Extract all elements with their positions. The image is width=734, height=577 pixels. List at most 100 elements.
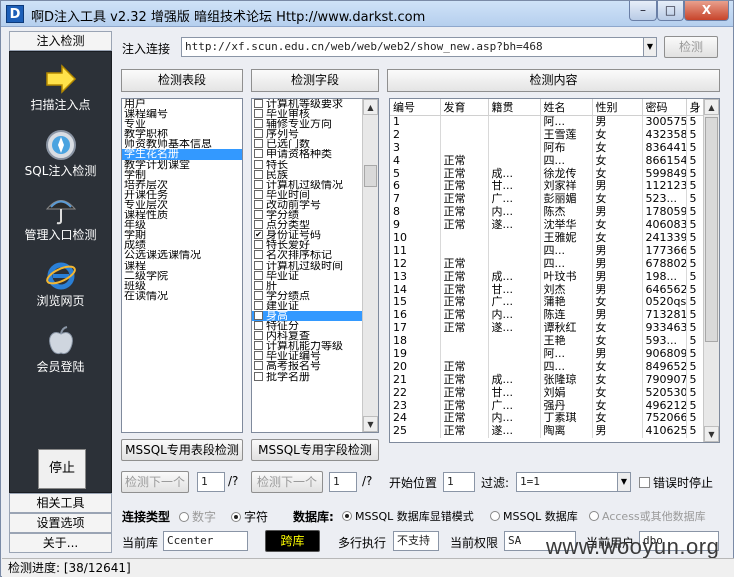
checkbox-icon[interactable] — [254, 280, 263, 290]
field-list-item[interactable]: 学分绩点 — [252, 290, 362, 301]
table-row[interactable]: 11 四... 男 177366 5 — [390, 244, 707, 258]
table-list-item[interactable]: 用户 — [122, 99, 242, 109]
scroll-down-icon[interactable]: ▼ — [363, 416, 378, 432]
checkbox-icon[interactable] — [254, 220, 263, 230]
field-list-item[interactable]: 申请资格种类 — [252, 149, 362, 159]
sidebar-item-sql[interactable]: SQL注入检测 — [10, 128, 111, 179]
filter-select[interactable]: 1=1 — [516, 472, 631, 492]
current-db-input[interactable]: Ccenter — [163, 531, 248, 551]
filter-dropdown-arrow[interactable]: ▼ — [617, 472, 631, 492]
table-row[interactable]: 22 正常 甘... 刘娟女 520530 5 — [390, 386, 707, 400]
checkbox-icon[interactable] — [254, 341, 263, 351]
conn-string-radio[interactable]: 字符 — [231, 508, 268, 525]
sidebar-item-admin[interactable]: 管理入口检测 — [10, 192, 111, 243]
table-row[interactable]: 23 正常 广... 强丹女 496212 5 — [390, 399, 707, 412]
sidebar-item-browse[interactable]: 浏览网页 — [10, 258, 111, 309]
fields-page-input[interactable]: 1 — [329, 472, 357, 492]
field-list-item[interactable]: 毕业时间 — [252, 189, 362, 200]
field-list-item[interactable]: 民族 — [252, 169, 362, 180]
field-list-item[interactable]: 计算机过级时间 — [252, 260, 362, 271]
field-list-item[interactable]: 特长爱好 — [252, 240, 362, 250]
maximize-button[interactable]: □ — [657, 1, 684, 21]
tab-related-tools[interactable]: 相关工具 — [9, 493, 112, 513]
column-header[interactable]: 籍贯 — [488, 99, 541, 116]
checkbox-icon[interactable]: ✔ — [254, 230, 263, 240]
field-list-item[interactable]: ✔ 身高 — [252, 310, 362, 322]
table-list-item[interactable]: 公选课选课情况 — [122, 250, 242, 260]
checkbox-icon[interactable] — [254, 260, 263, 270]
table-list-item[interactable]: 师资教师基本信息 — [122, 139, 242, 149]
table-row[interactable]: 19 阿... 男 906809 5 — [390, 347, 707, 361]
field-list-item[interactable]: 序列号 — [252, 129, 362, 139]
scroll-up-icon[interactable]: ▲ — [704, 99, 719, 115]
table-list-item[interactable]: 二级学院 — [122, 271, 242, 281]
table-row[interactable]: 16 正常 内... 陈连男 713281 5 — [390, 308, 707, 322]
scroll-up-icon[interactable]: ▲ — [363, 99, 378, 115]
table-list-item[interactable]: 课程编号 — [122, 109, 242, 119]
tables-list[interactable]: 用户 课程编号 专业 教学职称 师资教师基本信息 学生花名册 教学计划课堂 学制 培养层次 开课任… — [121, 98, 243, 433]
sidebar-item-login[interactable]: 会员登陆 — [10, 324, 111, 375]
table-row[interactable]: 2 王雪莲女 432358 5 — [390, 128, 707, 142]
table-row[interactable]: 24 正常 内... 丁素琪女 752066 5 — [390, 411, 707, 425]
column-header[interactable]: 发育 — [440, 99, 489, 116]
table-row[interactable]: 8 正常 内... 陈杰男 178059 5 — [390, 205, 707, 219]
tables-page-input[interactable]: 1 — [197, 472, 225, 492]
checkbox-icon[interactable] — [254, 331, 263, 341]
table-list-item[interactable]: 专业 — [122, 119, 242, 129]
fields-scrollbar[interactable]: ▲ ▼ — [362, 99, 378, 432]
field-list-item[interactable]: 肝 — [252, 280, 362, 291]
table-row[interactable]: 20 正常 四... 女 849652 5 — [390, 360, 707, 374]
field-list-item[interactable]: ✔ 身份证号码 — [252, 230, 362, 240]
stop-button[interactable]: 停止 — [38, 449, 86, 489]
close-button[interactable]: X — [684, 1, 729, 21]
detect-button[interactable]: 检测 — [664, 36, 718, 58]
table-list-item[interactable]: 班级 — [122, 281, 242, 291]
table-row[interactable]: 5 正常 成... 徐龙传女 599849 5 — [390, 167, 707, 180]
field-list-item[interactable]: 计算机能力等级 — [252, 341, 362, 351]
checkbox-icon[interactable] — [254, 169, 263, 179]
field-list-item[interactable]: 特长 — [252, 159, 362, 170]
sidebar-item-scan[interactable]: 扫描注入点 — [10, 62, 111, 113]
table-row[interactable]: 1 阿... 男 300575 5 — [390, 115, 707, 129]
checkbox-icon[interactable] — [254, 189, 263, 199]
content-grid[interactable]: 编号 发育 籍贯 姓名 性别 密码身 1 阿... 男 300575 5 2 王雪莲女 432358 5 3… — [389, 98, 720, 443]
checkbox-icon[interactable]: ✔ — [254, 310, 263, 320]
cross-db-button[interactable]: 跨库 — [265, 530, 320, 552]
field-list-item[interactable]: 辅修专业方向 — [252, 119, 362, 129]
column-header[interactable]: 编号 — [390, 99, 441, 116]
column-header[interactable]: 姓名 — [540, 99, 593, 116]
db-mssql-error-radio[interactable]: MSSQL 数据库显错模式 — [342, 508, 474, 524]
table-list-item[interactable]: 课程 — [122, 261, 242, 271]
table-list-item[interactable]: 课程性质 — [122, 210, 242, 220]
url-dropdown-arrow[interactable]: ▼ — [643, 37, 657, 57]
table-list-item[interactable]: 学制 — [122, 170, 242, 180]
checkbox-icon[interactable] — [254, 270, 263, 280]
checkbox-icon[interactable] — [254, 159, 263, 169]
table-list-item[interactable]: 年级 — [122, 220, 242, 230]
checkbox-icon[interactable] — [254, 210, 263, 220]
field-list-item[interactable]: 特征分 — [252, 321, 362, 331]
column-header[interactable]: 性别 — [592, 99, 643, 116]
checkbox-icon[interactable] — [254, 129, 263, 139]
table-row[interactable]: 15 正常 广... 蒲艳女 0520qs 5 — [390, 295, 707, 309]
table-row[interactable]: 17 正常 遂... 谭秋红女 933463 5 — [390, 321, 707, 335]
db-access-radio[interactable]: Access或其他数据库 — [589, 508, 706, 524]
field-list-item[interactable]: 计算机过级情况 — [252, 179, 362, 190]
table-row[interactable]: 13 正常 成... 叶玟书男 198... 5 — [390, 270, 707, 284]
scroll-thumb[interactable] — [705, 117, 718, 342]
content-scrollbar[interactable]: ▲ ▼ — [703, 99, 719, 442]
checkbox-icon[interactable] — [254, 139, 263, 149]
fields-next-button[interactable]: 检测下一个 — [251, 471, 323, 493]
checkbox-icon[interactable] — [254, 119, 263, 129]
checkbox-icon[interactable] — [254, 149, 263, 159]
tab-inject-detect[interactable]: 注入检测 — [9, 31, 112, 51]
checkbox-icon[interactable] — [254, 351, 263, 361]
table-row[interactable]: 12 正常 四... 男 678802 5 — [390, 257, 707, 271]
tables-next-button[interactable]: 检测下一个 — [121, 471, 189, 493]
table-row[interactable]: 4 正常 四... 女 866154 5 — [390, 154, 707, 168]
checkbox-icon[interactable] — [254, 300, 263, 310]
stop-on-error-checkbox[interactable]: 错误时停止 — [639, 474, 713, 491]
table-list-item[interactable]: 教学计划课堂 — [122, 160, 242, 170]
field-list-item[interactable]: 毕业证 — [252, 270, 362, 281]
column-header[interactable]: 密码 — [642, 99, 687, 116]
